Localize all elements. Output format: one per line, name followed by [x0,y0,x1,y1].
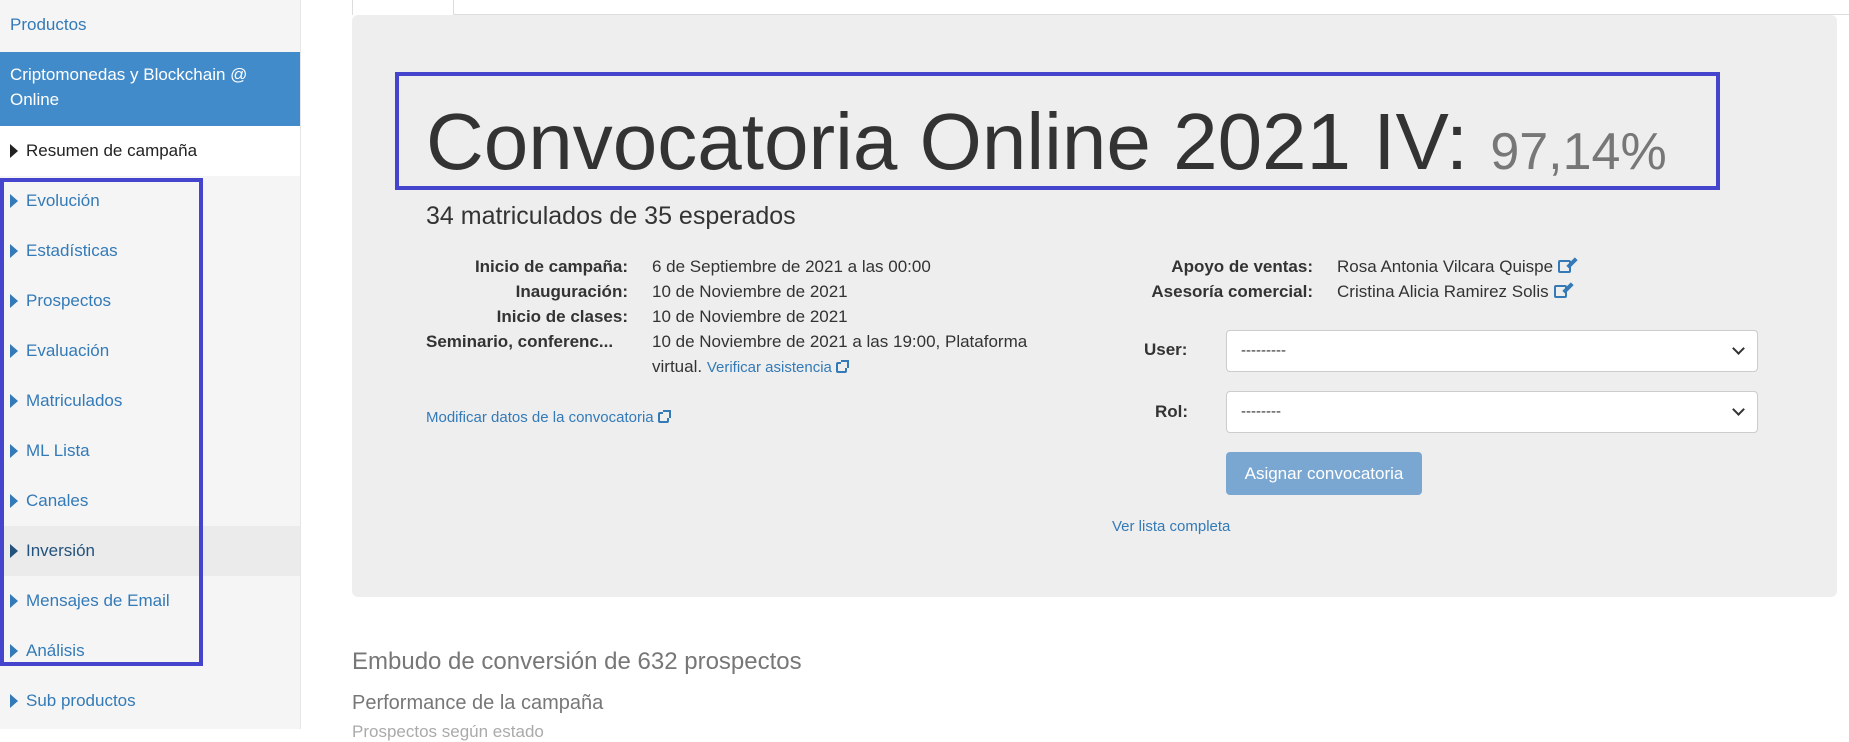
rol-select-value: -------- [1241,403,1281,420]
support-label-ventas: Apoyo de ventas: [1171,257,1313,276]
chevron-down-icon [1732,342,1745,355]
prospects-by-state-heading: Prospectos según estado [352,722,544,741]
sidebar-item-label: Sub productos [26,691,136,710]
edit-icon[interactable] [1558,260,1572,273]
modify-campaign-link[interactable]: Modificar datos de la convocatoria [426,409,671,426]
sidebar-item-label: Evaluación [26,341,110,360]
support-name-asesoria: Cristina Alicia Ramirez Solis [1337,282,1549,301]
sidebar-item-label: Estadísticas [26,241,118,260]
sidebar-item-canales[interactable]: Canales [0,476,300,526]
sidebar-item-label: Matriculados [26,391,123,410]
sidebar-item-label: Prospectos [26,291,112,310]
modify-campaign-label: Modificar datos de la convocatoria [426,409,654,426]
detail-label-inicio-clases: Inicio de clases: [496,307,628,326]
caret-right-icon [10,194,18,208]
sidebar-item-inversion[interactable]: Inversión [0,526,300,576]
funnel-heading: Embudo de conversión de 632 prospectos [352,648,802,675]
sidebar-item-label: Análisis [26,641,85,660]
caret-right-icon [10,494,18,508]
full-list-link[interactable]: Ver lista completa [1112,518,1230,535]
assign-campaign-button[interactable]: Asignar convocatoria [1226,452,1422,495]
caret-right-icon [10,244,18,258]
caret-right-icon [10,544,18,558]
verify-attendance-label: Verificar asistencia [706,359,832,376]
sidebar-item-resumen[interactable]: Resumen de campaña [0,126,300,176]
sidebar-item-label: Canales [26,491,89,510]
detail-value-inicio-clases: 10 de Noviembre de 2021 [652,307,848,326]
sidebar-item-label: Resumen de campaña [26,141,198,160]
detail-value-seminario-line2: virtual. Verificar asistencia [652,357,849,377]
caret-right-icon [10,294,18,308]
sidebar-item-prospectos[interactable]: Prospectos [0,276,300,326]
chevron-down-icon [1732,403,1745,416]
detail-value-seminario: 10 de Noviembre de 2021 a las 19:00, Pla… [652,332,1028,351]
title-highlight-box [395,72,1720,190]
sidebar: Productos Criptomonedas y Blockchain @ O… [0,0,301,729]
support-label-asesoria: Asesoría comercial: [1151,282,1313,301]
rol-select[interactable]: -------- [1226,391,1758,433]
user-label: User: [1144,340,1188,359]
user-select[interactable]: --------- [1226,330,1758,372]
caret-right-icon [10,594,18,608]
support-value-asesoria: Cristina Alicia Ramirez Solis [1337,282,1567,302]
external-link-icon [835,360,849,373]
edit-icon[interactable] [1553,285,1567,298]
sidebar-item-label: Inversión [26,541,95,560]
sidebar-item-evolucion[interactable]: Evolución [0,176,300,226]
sidebar-link-productos[interactable]: Productos [0,0,300,50]
verify-attendance-link[interactable]: Verificar asistencia [706,359,849,376]
caret-right-icon [10,694,18,708]
caret-right-icon [10,444,18,458]
detail-value-seminario-cont: virtual. [652,357,703,376]
user-select-value: --------- [1241,342,1286,359]
sidebar-item-label: ML Lista [26,441,90,460]
detail-label-seminario: Seminario, conferenc... [426,332,614,351]
sidebar-item-analisis[interactable]: Análisis [0,626,300,676]
enrolled-summary: 34 matriculados de 35 esperados [426,202,796,230]
detail-label-inauguracion: Inauguración: [515,282,628,301]
sidebar-item-ml-lista[interactable]: ML Lista [0,426,300,476]
sidebar-item-mensajes-email[interactable]: Mensajes de Email [0,576,300,626]
caret-right-icon [10,394,18,408]
detail-label-inicio-campana: Inicio de campaña: [474,257,628,276]
support-value-ventas: Rosa Antonia Vilcara Quispe [1337,257,1572,277]
sidebar-item-estadisticas[interactable]: Estadísticas [0,226,300,276]
sidebar-item-sub-productos[interactable]: Sub productos [0,676,300,726]
sidebar-item-matriculados[interactable]: Matriculados [0,376,300,426]
external-link-icon [657,410,671,423]
caret-right-icon [10,644,18,658]
support-name-ventas: Rosa Antonia Vilcara Quispe [1337,257,1554,276]
rol-label: Rol: [1155,402,1189,421]
sidebar-item-label: Mensajes de Email [26,591,170,610]
caret-right-icon [10,144,18,158]
tab-strip [352,0,1849,15]
detail-value-inauguracion: 10 de Noviembre de 2021 [652,282,848,301]
sidebar-active-product[interactable]: Criptomonedas y Blockchain @ Online [0,52,300,126]
tab-active[interactable] [352,0,454,15]
sidebar-item-label: Evolución [26,191,100,210]
caret-right-icon [10,344,18,358]
detail-value-inicio-campana: 6 de Septiembre de 2021 a las 00:00 [652,257,931,276]
performance-heading: Performance de la campaña [352,692,604,714]
sidebar-item-evaluacion[interactable]: Evaluación [0,326,300,376]
